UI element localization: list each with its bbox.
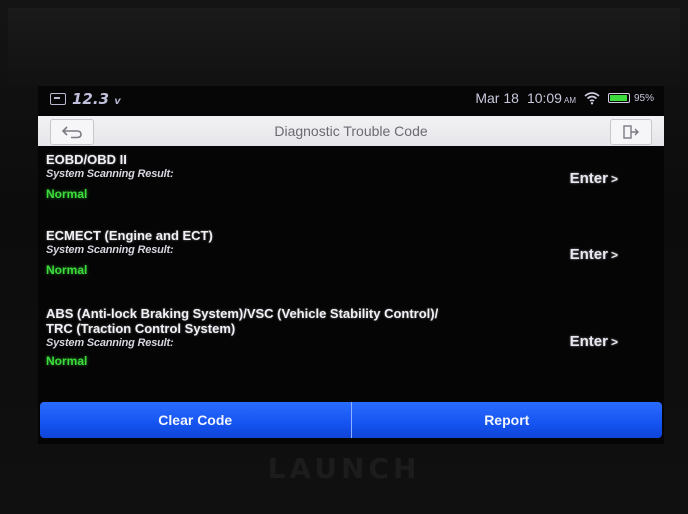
enter-label: Enter [569, 170, 608, 187]
system-status: Normal [46, 354, 88, 368]
system-name: ECMECT (Engine and ECT) [46, 228, 213, 243]
time-value: 10:09 [526, 90, 562, 106]
battery-fill [609, 95, 628, 101]
system-item[interactable]: EOBD/OBD II System Scanning Result: Norm… [38, 152, 664, 228]
enter-button[interactable]: Enter > [570, 333, 618, 350]
status-left: 12.3 v [50, 90, 121, 108]
chevron-right-icon: > [610, 171, 618, 186]
device-screen: 12.3 v Mar 18 10:09 AM 95% Diagnostic Tr… [38, 86, 664, 444]
voltage-readout: 12.3 v [72, 90, 121, 108]
status-right: Mar 18 10:09 AM 95% [475, 90, 654, 106]
system-list: EOBD/OBD II System Scanning Result: Norm… [38, 152, 664, 396]
system-status: Normal [46, 187, 88, 201]
system-item[interactable]: ECMECT (Engine and ECT) System Scanning … [38, 228, 664, 306]
wifi-icon [584, 92, 600, 105]
chevron-right-icon: > [610, 247, 618, 262]
enter-button[interactable]: Enter > [570, 246, 618, 263]
page-title: Diagnostic Trouble Code [274, 123, 428, 139]
enter-button[interactable]: Enter > [570, 170, 618, 187]
title-bar: Diagnostic Trouble Code [38, 116, 664, 146]
exit-button[interactable] [610, 119, 652, 145]
voltage-value: 12.3 [72, 90, 110, 108]
battery-icon [607, 93, 630, 103]
status-date: Mar 18 [475, 90, 519, 106]
clear-code-button[interactable]: Clear Code [40, 402, 351, 438]
device-photo: 12.3 v Mar 18 10:09 AM 95% Diagnostic Tr… [0, 0, 688, 514]
system-status: Normal [46, 263, 88, 277]
enter-label: Enter [569, 333, 608, 350]
report-button[interactable]: Report [351, 402, 662, 438]
status-bar: 12.3 v Mar 18 10:09 AM 95% [38, 86, 664, 112]
chevron-right-icon: > [610, 334, 618, 349]
exit-icon [623, 125, 639, 139]
time-ampm: AM [563, 96, 576, 105]
status-time: 10:09 AM [527, 90, 576, 106]
voltage-unit: v [114, 96, 121, 107]
system-name: ABS (Anti-lock Braking System)/VSC (Vehi… [46, 306, 439, 321]
battery-percent: 95% [633, 92, 654, 104]
system-item[interactable]: ABS (Anti-lock Braking System)/VSC (Vehi… [38, 306, 664, 396]
enter-label: Enter [569, 246, 608, 263]
system-name: EOBD/OBD II [46, 152, 127, 167]
bottom-action-bar: Clear Code Report [40, 402, 662, 438]
car-battery-icon [50, 93, 66, 105]
brand-logo: LAUNCH [267, 452, 421, 485]
device-bezel [8, 8, 680, 88]
battery-indicator: 95% [607, 92, 654, 104]
